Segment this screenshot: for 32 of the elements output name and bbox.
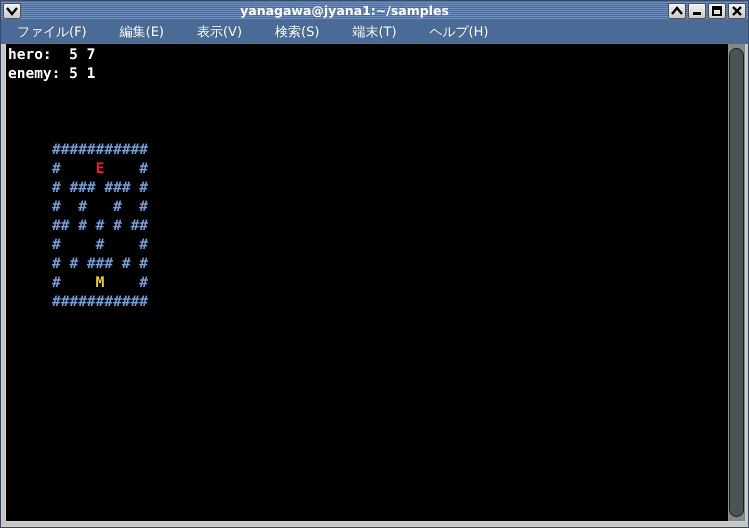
menu-item[interactable]: 端末(T) xyxy=(344,23,405,41)
maze-wall-text: # # ### # # xyxy=(52,256,148,272)
enemy-marker: E xyxy=(96,161,104,177)
maze-wall-text: ########### xyxy=(52,142,148,158)
close-button[interactable] xyxy=(728,2,746,18)
maze-wall-text: ## # # # ## xyxy=(52,218,148,234)
maze-wall-text: # ### ### # xyxy=(52,180,148,196)
maze-wall-text: # xyxy=(138,161,148,177)
minimize-icon xyxy=(693,12,701,15)
maze-wall-text: # # # # xyxy=(52,199,148,215)
maze-wall-text: ########### xyxy=(52,294,148,310)
maze-wall-text: # xyxy=(52,275,62,291)
window-title: yanagawa@jyana1:~/samples xyxy=(239,3,450,18)
shade-button[interactable] xyxy=(668,2,686,18)
close-icon xyxy=(732,6,742,16)
menu-item[interactable]: 表示(V) xyxy=(188,23,250,41)
menu-item[interactable]: ファイル(F) xyxy=(9,23,95,41)
minimize-button[interactable] xyxy=(688,2,706,18)
maze-wall-text: # # # xyxy=(52,237,148,253)
menu-item[interactable]: 編集(E) xyxy=(112,23,172,41)
chevron-up-icon xyxy=(671,6,683,16)
terminal-line: enemy: 5 1 xyxy=(8,65,96,84)
maximize-icon xyxy=(712,6,722,16)
maximize-button[interactable] xyxy=(708,2,726,18)
window-menu-button[interactable] xyxy=(3,2,21,18)
chevron-down-icon xyxy=(6,6,18,16)
maze-wall-text: # xyxy=(138,275,148,291)
terminal-line: hero: 5 7 xyxy=(8,46,96,65)
menu-item[interactable]: 検索(S) xyxy=(267,23,328,41)
maze-wall-text: # xyxy=(52,161,62,177)
hero-marker: M xyxy=(96,275,104,291)
menu-item[interactable]: ヘルプ(H) xyxy=(422,23,496,41)
